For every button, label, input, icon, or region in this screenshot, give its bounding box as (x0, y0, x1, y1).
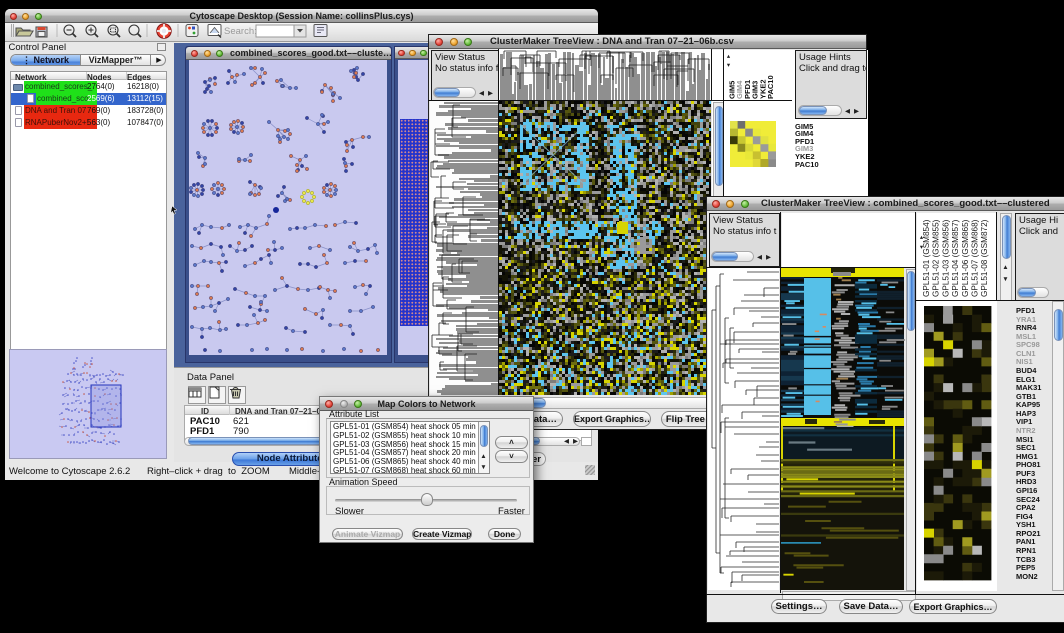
svg-text:GPL51-01 (GSM854): GPL51-01 (GSM854) (922, 219, 931, 297)
svg-text:GPL51-07 (GSM868): GPL51-07 (GSM868) (971, 219, 980, 297)
svg-text:GPL51-03 (GSM856): GPL51-03 (GSM856) (941, 219, 950, 297)
svg-text:GPL51-04 (GSM857): GPL51-04 (GSM857) (951, 219, 960, 297)
svg-text:GPL51-02 (GSM855): GPL51-02 (GSM855) (932, 219, 941, 297)
svg-text:GPL51-08 (GSM872): GPL51-08 (GSM872) (980, 219, 989, 297)
svg-text:GPL51-06 (GSM865): GPL51-06 (GSM865) (961, 219, 970, 297)
